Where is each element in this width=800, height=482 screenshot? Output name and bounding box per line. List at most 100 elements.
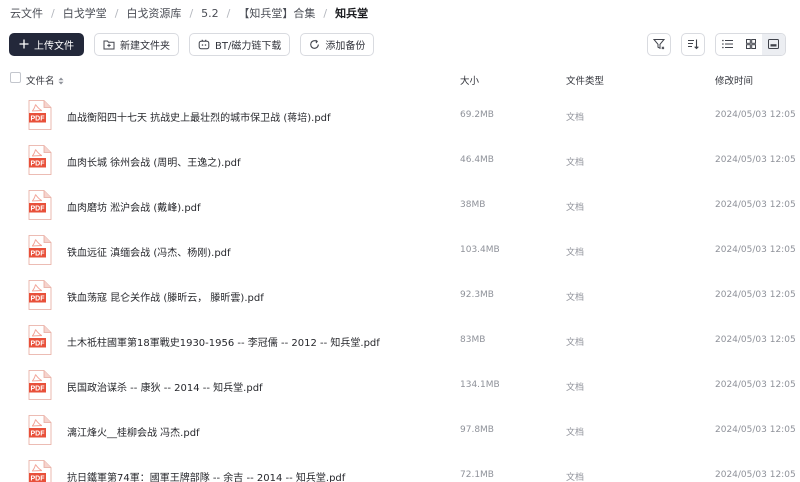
grid-view-button[interactable]	[739, 34, 762, 55]
svg-text:PDF: PDF	[31, 116, 46, 123]
filter-icon	[653, 39, 665, 50]
table-row[interactable]: PDF 土木祗柱國軍第18軍戰史1930-1956 -- 李冠儒 -- 2012 …	[0, 319, 800, 364]
svg-text:PDF: PDF	[31, 476, 46, 482]
view-mode-toggle	[715, 32, 786, 56]
file-size: 97.8MB	[460, 425, 494, 435]
file-size: 92.3MB	[460, 290, 494, 300]
file-modified-time: 2024/05/03 12:05	[715, 200, 796, 210]
column-header-type[interactable]: 文件类型	[566, 73, 604, 87]
add-backup-button[interactable]: 添加备份	[300, 32, 375, 56]
table-row[interactable]: PDF 血肉长城 徐州会战 (周明、王逸之).pdf 46.4MB 文档 2024/05…	[0, 139, 800, 184]
upload-file-button[interactable]: 上传文件	[9, 32, 84, 56]
file-size: 38MB	[460, 200, 486, 210]
file-size: 69.2MB	[460, 110, 494, 120]
svg-text:PDF: PDF	[31, 341, 46, 348]
list-view-button[interactable]	[716, 34, 739, 55]
file-name[interactable]: 民国政治谋杀 -- 康狄 -- 2014 -- 知兵堂.pdf	[67, 379, 263, 394]
file-type: 文档	[566, 383, 585, 393]
filter-button[interactable]	[647, 32, 671, 56]
file-type: 文档	[566, 203, 585, 213]
svg-text:PDF: PDF	[31, 206, 46, 213]
table-row[interactable]: PDF 民国政治谋杀 -- 康狄 -- 2014 -- 知兵堂.pdf 134.1M…	[0, 364, 800, 409]
table-row[interactable]: PDF 漓江烽火__桂柳会战 冯杰.pdf 97.8MB 文档 2024/05/03 1…	[0, 409, 800, 454]
file-modified-time: 2024/05/03 12:05	[715, 335, 796, 345]
table-row[interactable]: PDF 抗日鐵軍第74軍：國軍王牌部隊 -- 余吉 -- 2014 -- 知兵堂.…	[0, 454, 800, 482]
breadcrumb-separator: /	[114, 6, 119, 20]
svg-text:PDF: PDF	[31, 296, 46, 303]
file-size: 103.4MB	[460, 245, 500, 255]
file-modified-time: 2024/05/03 12:05	[715, 470, 796, 480]
pdf-file-icon: PDF	[28, 325, 52, 355]
breadcrumb-separator: /	[323, 6, 328, 20]
file-name[interactable]: 血肉长城 徐州会战 (周明、王逸之).pdf	[67, 154, 241, 169]
pdf-file-icon: PDF	[28, 190, 52, 220]
svg-text:PDF: PDF	[31, 431, 46, 438]
file-type: 文档	[566, 113, 585, 123]
file-size: 134.1MB	[460, 380, 500, 390]
file-size: 72.1MB	[460, 470, 494, 480]
svg-text:PDF: PDF	[31, 161, 46, 168]
column-header-modified[interactable]: 修改时间	[715, 73, 753, 87]
svg-text:PDF: PDF	[31, 251, 46, 258]
view-tools	[637, 32, 786, 56]
new-folder-button[interactable]: 新建文件夹	[94, 32, 179, 56]
file-modified-time: 2024/05/03 12:05	[715, 380, 796, 390]
svg-text:PDF: PDF	[31, 386, 46, 393]
breadcrumb-item[interactable]: 云文件	[10, 5, 43, 21]
file-name[interactable]: 铁血远征 滇缅会战 (冯杰、杨刚).pdf	[67, 244, 231, 259]
bt-magnet-download-button[interactable]: BT/磁力链下载	[189, 32, 291, 56]
breadcrumb-item[interactable]: 5.2	[201, 7, 219, 20]
file-modified-time: 2024/05/03 12:05	[715, 155, 796, 165]
sort-button[interactable]	[681, 32, 705, 56]
magnet-icon	[198, 38, 210, 49]
breadcrumb-separator: /	[189, 6, 194, 20]
table-row[interactable]: PDF 血肉磨坊 淞沪会战 (戴峰).pdf 38MB 文档 2024/05/03 12…	[0, 184, 800, 229]
breadcrumb-item[interactable]: 【知兵堂】合集	[238, 5, 315, 21]
file-type: 文档	[566, 338, 585, 348]
sort-icon	[688, 39, 699, 50]
file-modified-time: 2024/05/03 12:05	[715, 290, 796, 300]
upload-file-label: 上传文件	[34, 40, 74, 52]
select-all-checkbox[interactable]	[10, 72, 21, 83]
file-name[interactable]: 抗日鐵軍第74軍：國軍王牌部隊 -- 余吉 -- 2014 -- 知兵堂.pdf	[67, 469, 345, 482]
file-type: 文档	[566, 428, 585, 438]
file-type: 文档	[566, 248, 585, 258]
file-size: 83MB	[460, 335, 486, 345]
breadcrumb-separator: /	[226, 6, 231, 20]
pdf-file-icon: PDF	[28, 145, 52, 175]
file-list: PDF 血战衡阳四十七天 抗战史上最壮烈的城市保卫战 (蒋培).pdf 69.2MB…	[0, 94, 800, 482]
file-name[interactable]: 铁血荡寇 昆仑关作战 (滕昕云， 滕昕雲).pdf	[67, 289, 264, 304]
table-row[interactable]: PDF 铁血远征 滇缅会战 (冯杰、杨刚).pdf 103.4MB 文档 2024/05…	[0, 229, 800, 274]
file-name[interactable]: 土木祗柱國軍第18軍戰史1930-1956 -- 李冠儒 -- 2012 -- …	[67, 334, 380, 349]
pdf-file-icon: PDF	[28, 370, 52, 400]
breadcrumb-separator: /	[51, 6, 55, 20]
pdf-file-icon: PDF	[28, 100, 52, 130]
file-modified-time: 2024/05/03 12:05	[715, 425, 796, 435]
file-type: 文档	[566, 473, 585, 482]
pdf-file-icon: PDF	[28, 460, 52, 482]
breadcrumb-item[interactable]: 白戈资源库	[126, 5, 181, 21]
column-header-name[interactable]: 文件名	[26, 73, 64, 87]
file-modified-time: 2024/05/03 12:05	[715, 245, 796, 255]
thumbnail-view-button[interactable]	[762, 33, 785, 55]
column-header-name-label: 文件名	[26, 76, 55, 87]
bt-magnet-download-label: BT/磁力链下载	[215, 40, 282, 52]
breadcrumb: 云文件 / 白戈学堂 / 白戈资源库 / 5.2 / 【知兵堂】合集 / 知兵堂	[10, 5, 368, 21]
pdf-file-icon: PDF	[28, 235, 52, 265]
table-row[interactable]: PDF 铁血荡寇 昆仑关作战 (滕昕云， 滕昕雲).pdf 92.3MB 文档 2024…	[0, 274, 800, 319]
file-name[interactable]: 漓江烽火__桂柳会战 冯杰.pdf	[67, 424, 200, 439]
table-row[interactable]: PDF 血战衡阳四十七天 抗战史上最壮烈的城市保卫战 (蒋培).pdf 69.2MB…	[0, 94, 800, 139]
new-folder-label: 新建文件夹	[120, 40, 170, 52]
grid-icon	[745, 39, 756, 49]
column-header-size[interactable]: 大小	[460, 73, 479, 87]
breadcrumb-current: 知兵堂	[335, 7, 369, 20]
file-type: 文档	[566, 293, 585, 303]
breadcrumb-item[interactable]: 白戈学堂	[63, 5, 107, 21]
file-name[interactable]: 血肉磨坊 淞沪会战 (戴峰).pdf	[67, 199, 201, 214]
thumbnail-icon	[768, 39, 779, 49]
file-name[interactable]: 血战衡阳四十七天 抗战史上最壮烈的城市保卫战 (蒋培).pdf	[67, 109, 331, 124]
sort-arrows-icon	[58, 77, 64, 85]
file-modified-time: 2024/05/03 12:05	[715, 110, 796, 120]
file-list-header: 文件名 大小 文件类型 修改时间	[0, 68, 800, 90]
toolbar: 上传文件 新建文件夹 BT/磁力链下载 添加备份	[9, 32, 384, 56]
